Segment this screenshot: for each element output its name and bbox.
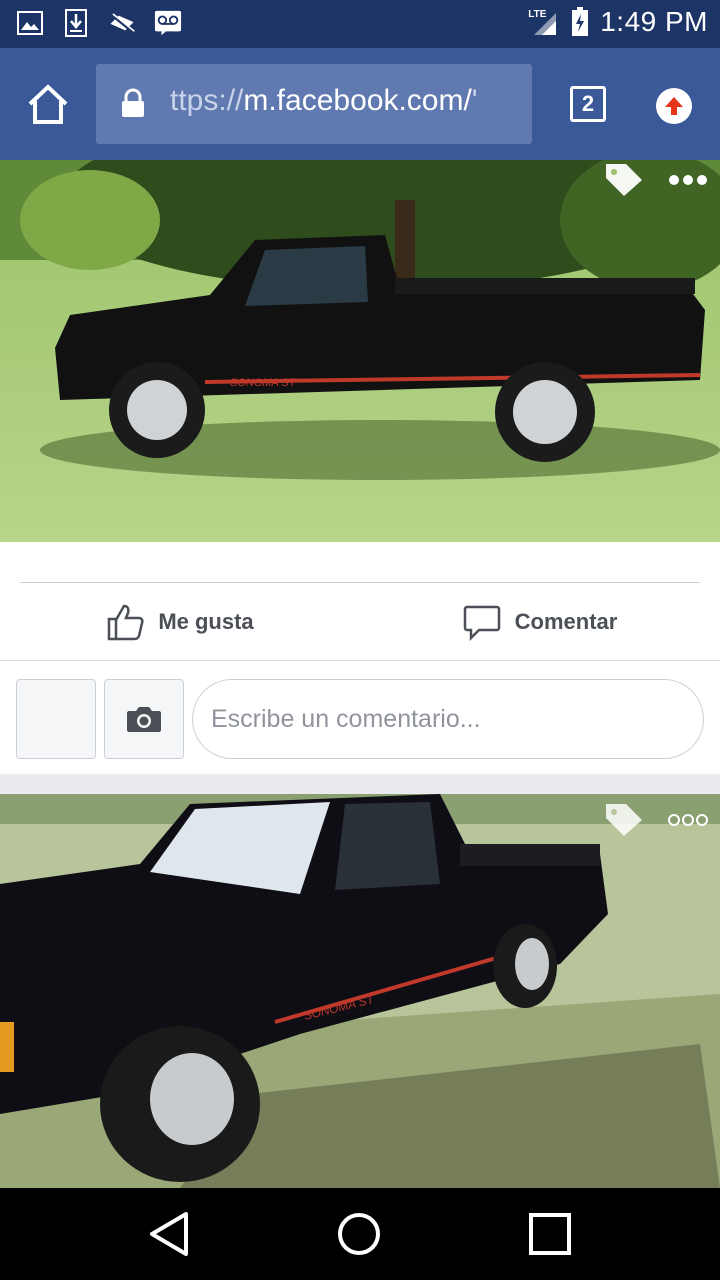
like-label: Me gusta (158, 609, 254, 634)
post-actions: Me gusta Comentar (0, 583, 720, 661)
comment-input[interactable]: Escribe un comentario... (192, 679, 704, 759)
home-circle-icon (338, 1213, 380, 1255)
thumbs-up-icon (108, 604, 144, 641)
next-post-photo[interactable]: SONOMA ST (0, 794, 720, 1188)
voicemail-icon (154, 8, 182, 38)
more-options-icon[interactable] (668, 812, 708, 828)
comment-label: Comentar (514, 609, 618, 634)
signal-icon: LTE (526, 7, 560, 37)
download-icon (62, 8, 90, 38)
url-suffix: ' (471, 84, 478, 117)
no-sim-icon (108, 8, 136, 38)
upload-arrow-icon (665, 97, 683, 115)
comment-button[interactable]: Comentar (360, 583, 720, 661)
comment-bubble-icon (463, 605, 500, 641)
url-bar[interactable]: ttps://m.facebook.com/' (96, 64, 532, 144)
avatar (16, 679, 96, 759)
home-nav-button[interactable] (335, 1210, 383, 1258)
clock: 1:49 PM (600, 6, 708, 37)
url-text[interactable]: ttps://m.facebook.com/' (170, 84, 510, 118)
post-photo[interactable]: SONOMA ST (0, 160, 720, 542)
more-options-icon[interactable] (668, 172, 708, 188)
svg-text:SONOMA ST: SONOMA ST (230, 377, 297, 389)
camera-button[interactable] (104, 679, 184, 759)
home-icon (28, 84, 68, 124)
tab-count: 2 (581, 91, 595, 116)
android-nav-bar (0, 1188, 720, 1280)
post-card: SONOMA ST Me gusta Comentar Escribe un c… (0, 160, 720, 774)
browser-toolbar: ttps://m.facebook.com/' 2 (0, 48, 720, 160)
tag-icon[interactable] (604, 802, 644, 838)
back-button[interactable] (146, 1210, 194, 1258)
battery-charging-icon (570, 7, 590, 37)
image-icon (16, 8, 44, 38)
tab-switcher-button[interactable]: 2 (570, 86, 606, 122)
status-bar: LTE 1:49 PM (0, 0, 720, 48)
lock-icon (120, 88, 146, 123)
back-triangle-icon (150, 1212, 188, 1256)
url-scheme: ttps:// (170, 84, 244, 117)
url-domain: m.facebook.com/ (243, 84, 472, 117)
recents-button[interactable] (526, 1210, 574, 1258)
home-button[interactable] (24, 82, 72, 126)
comment-placeholder: Escribe un comentario... (211, 704, 481, 733)
tag-icon[interactable] (604, 162, 644, 198)
camera-icon (127, 707, 161, 732)
like-button[interactable]: Me gusta (0, 583, 360, 661)
upload-button[interactable] (656, 88, 692, 124)
comment-composer: Escribe un comentario... (0, 661, 720, 773)
recents-square-icon (529, 1213, 571, 1255)
